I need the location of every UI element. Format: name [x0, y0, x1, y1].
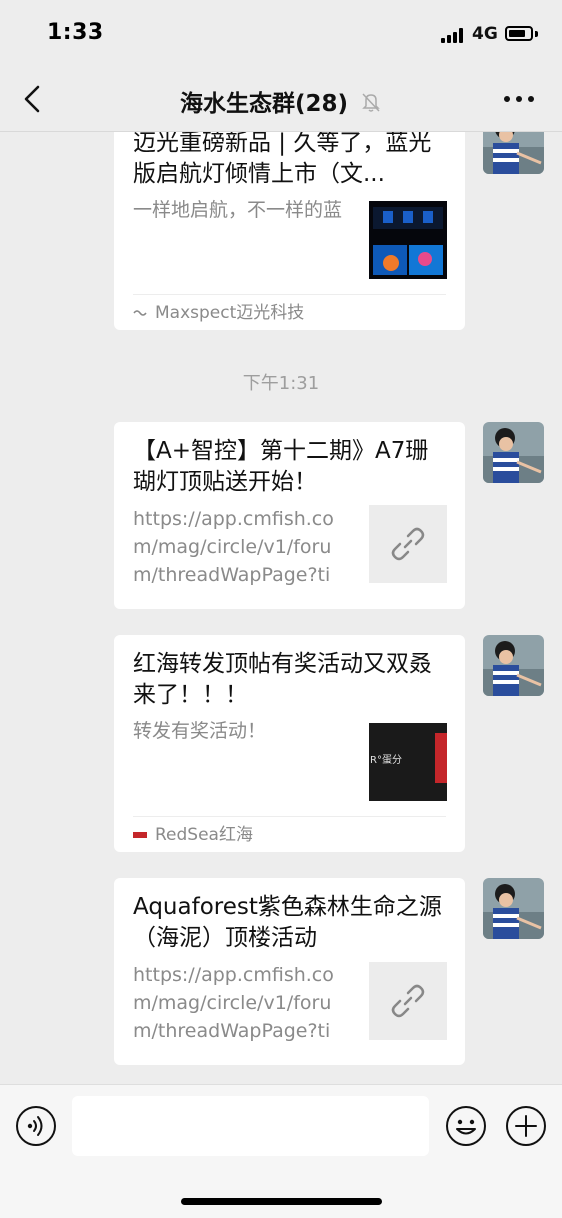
- card-source: Maxspect迈光科技: [133, 294, 446, 330]
- source-name: RedSea红海: [155, 825, 253, 845]
- group-name: 海水生态群(28): [179, 91, 348, 117]
- link-icon: [391, 527, 425, 561]
- link-icon: [391, 984, 425, 1018]
- voice-icon: [16, 1106, 56, 1146]
- card-title: Aquaforest紫色森林生命之源（海泥）顶楼活动: [133, 894, 442, 951]
- article-card[interactable]: 红海转发顶帖有奖活动又双叒来了！！！ 转发有奖活动！ R°蛋分 RedSea红海: [114, 635, 465, 852]
- battery-icon: [505, 26, 533, 41]
- avatar[interactable]: [483, 422, 544, 483]
- card-thumbnail: [369, 201, 447, 279]
- time-separator: 下午1:31: [242, 373, 320, 394]
- article-card[interactable]: 迈光重磅新品 | 久等了，蓝光版启航灯倾情上市（文... 一样地启航，不一样的蓝…: [114, 106, 465, 330]
- mute-bell-icon: [360, 91, 382, 119]
- card-description: 转发有奖活动！: [133, 720, 267, 742]
- card-source: RedSea红海: [133, 816, 446, 852]
- source-name: Maxspect迈光科技: [155, 303, 305, 323]
- link-card[interactable]: 【A+智控】第十二期》A7珊 瑚灯顶贴送开始！ https://app.cmfi…: [114, 422, 465, 609]
- thumbnail-text: R°蛋分: [370, 754, 402, 766]
- plus-icon: [506, 1106, 546, 1146]
- chat-title[interactable]: 海水生态群(28): [0, 84, 562, 119]
- chat-header: 海水生态群(28): [0, 66, 562, 132]
- network-type: 4G: [472, 24, 498, 44]
- source-logo-icon: [133, 310, 147, 316]
- plus-button[interactable]: [505, 1105, 547, 1147]
- card-title: 红海转发顶帖有奖活动又双叒来了！！！: [133, 651, 432, 708]
- voice-button[interactable]: [15, 1105, 57, 1147]
- link-thumbnail: [369, 962, 447, 1040]
- card-thumbnail: R°蛋分: [369, 723, 447, 801]
- message-input[interactable]: [72, 1096, 429, 1156]
- card-title: 迈光重磅新品 | 久等了，蓝光版启航灯倾情上市（文...: [133, 130, 432, 187]
- link-card[interactable]: Aquaforest紫色森林生命之源（海泥）顶楼活动 https://app.c…: [114, 878, 465, 1065]
- avatar[interactable]: [483, 635, 544, 696]
- card-description: https://app.cmfish.com/mag/circle/v1/for…: [133, 964, 334, 1042]
- signal-icon: [441, 28, 465, 43]
- card-description: https://app.cmfish.com/mag/circle/v1/for…: [133, 508, 334, 586]
- emoji-icon: [446, 1106, 486, 1146]
- more-icon[interactable]: [504, 96, 534, 104]
- source-logo-icon: [133, 832, 147, 838]
- status-time: 1:33: [47, 20, 104, 45]
- link-thumbnail: [369, 505, 447, 583]
- card-description: 一样地启航，不一样的蓝: [133, 199, 343, 221]
- card-title: 【A+智控】第十二期》A7珊 瑚灯顶贴送开始！: [133, 438, 429, 495]
- home-indicator[interactable]: [181, 1198, 382, 1205]
- avatar[interactable]: [483, 878, 544, 939]
- status-bar: 1:33 4G: [0, 0, 562, 66]
- emoji-button[interactable]: [445, 1105, 487, 1147]
